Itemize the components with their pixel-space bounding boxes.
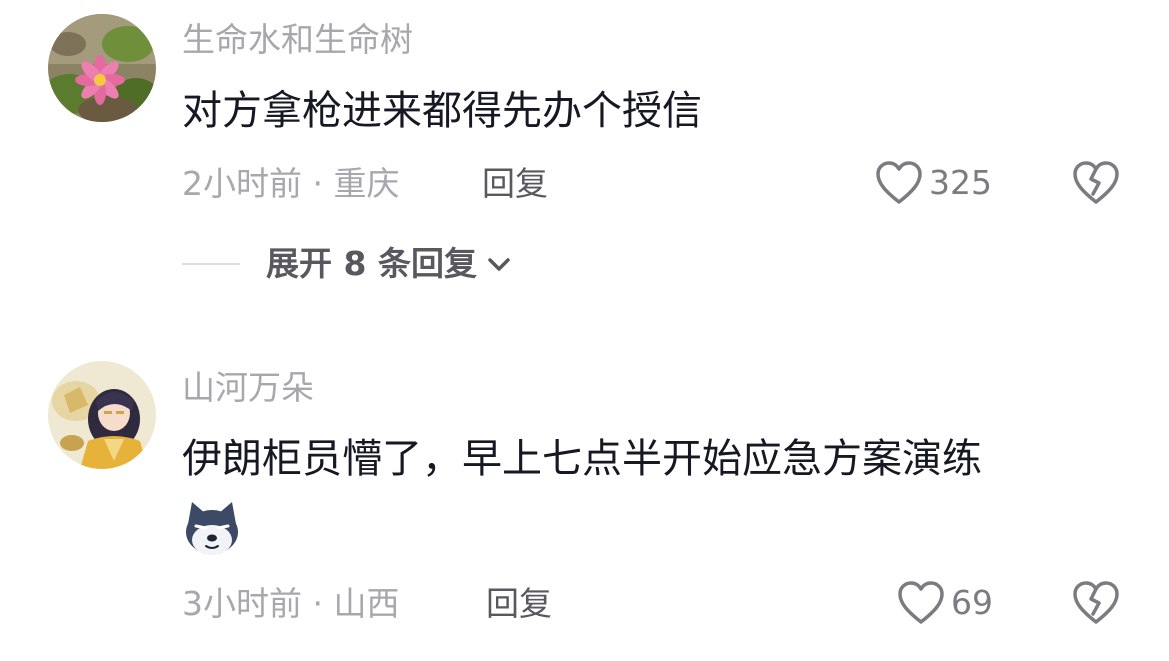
comment-text: 伊朗柜员懵了，早上七点半开始应急方案演练 — [182, 436, 982, 482]
comment-item: 山河万朵 伊朗柜员懵了，早上七点半开始应急方案演练 3小时前 · 山西 回复 6… — [0, 0, 1169, 661]
avatar[interactable] — [48, 361, 156, 469]
heart-outline-icon — [898, 581, 944, 624]
comment-username[interactable]: 山河万朵 — [182, 368, 314, 408]
dislike-button[interactable] — [1072, 580, 1120, 630]
comment-time-location: 3小时前 · 山西 — [182, 584, 400, 623]
reply-button[interactable]: 回复 — [486, 584, 552, 624]
like-button[interactable]: 69 — [897, 580, 993, 626]
husky-emoji-image — [186, 502, 238, 555]
broken-heart-icon — [1073, 581, 1119, 624]
avatar-anime-character-image — [48, 361, 156, 469]
husky-emoji-icon — [182, 500, 242, 558]
like-count: 69 — [951, 583, 993, 622]
